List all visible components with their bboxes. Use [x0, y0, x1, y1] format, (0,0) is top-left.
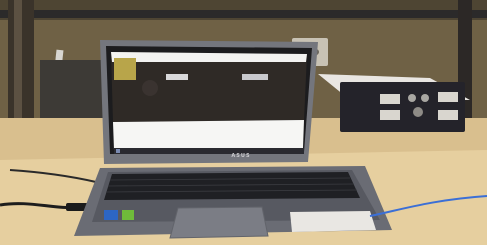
nvidia-sticker	[122, 210, 134, 220]
screen-yellow-text	[114, 58, 136, 80]
right-device	[340, 82, 465, 132]
device-label	[438, 110, 458, 120]
screen-white-area	[113, 120, 304, 150]
screen-indicator	[242, 74, 268, 80]
device-label	[380, 110, 400, 120]
device-knob	[421, 94, 429, 102]
device-knob	[408, 94, 416, 102]
spec-sticker	[290, 211, 376, 232]
device-label	[380, 94, 400, 104]
photo-scene: ASUS	[0, 0, 487, 245]
scene-drawing	[0, 0, 487, 245]
device-label	[438, 92, 458, 102]
screen-indicator	[166, 74, 188, 80]
touchpad	[169, 206, 269, 239]
device-knob	[413, 107, 423, 117]
laptop-brand-label: ASUS	[231, 153, 251, 159]
screen-reflection	[142, 80, 158, 96]
top-shelf-rail	[0, 10, 487, 18]
taskbar	[114, 148, 304, 154]
screen-top-area	[111, 52, 307, 122]
intel-sticker	[104, 210, 118, 220]
start-icon	[116, 149, 120, 153]
